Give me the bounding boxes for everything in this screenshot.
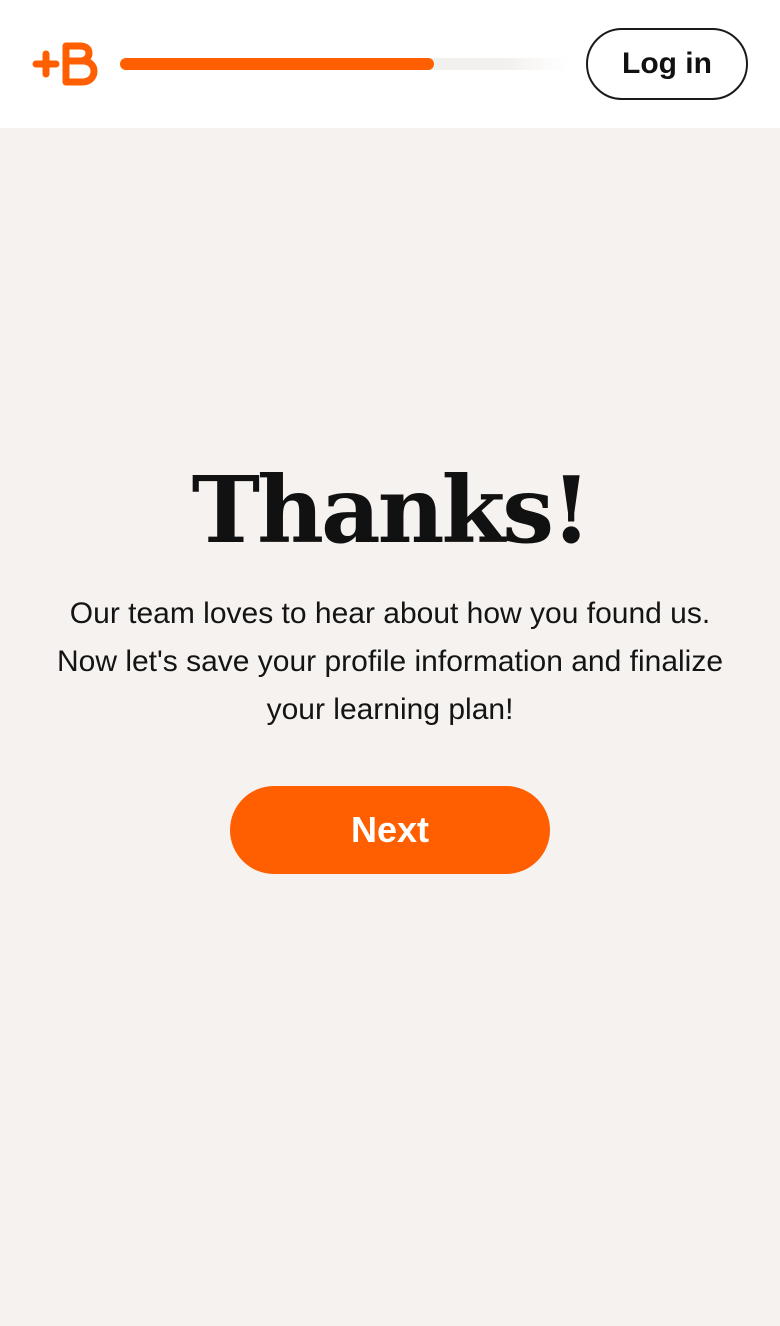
next-button[interactable]: Next — [230, 786, 550, 874]
login-button[interactable]: Log in — [586, 28, 748, 100]
progress-bar-fill — [120, 58, 434, 70]
top-header: Log in — [0, 0, 780, 128]
babbel-logo-icon[interactable] — [30, 40, 98, 88]
main-content: Thanks! Our team loves to hear about how… — [0, 128, 780, 1326]
thanks-description: Our team loves to hear about how you fou… — [56, 597, 724, 726]
onboarding-progress-bar — [120, 58, 568, 70]
page-title: Thanks! — [191, 456, 592, 564]
